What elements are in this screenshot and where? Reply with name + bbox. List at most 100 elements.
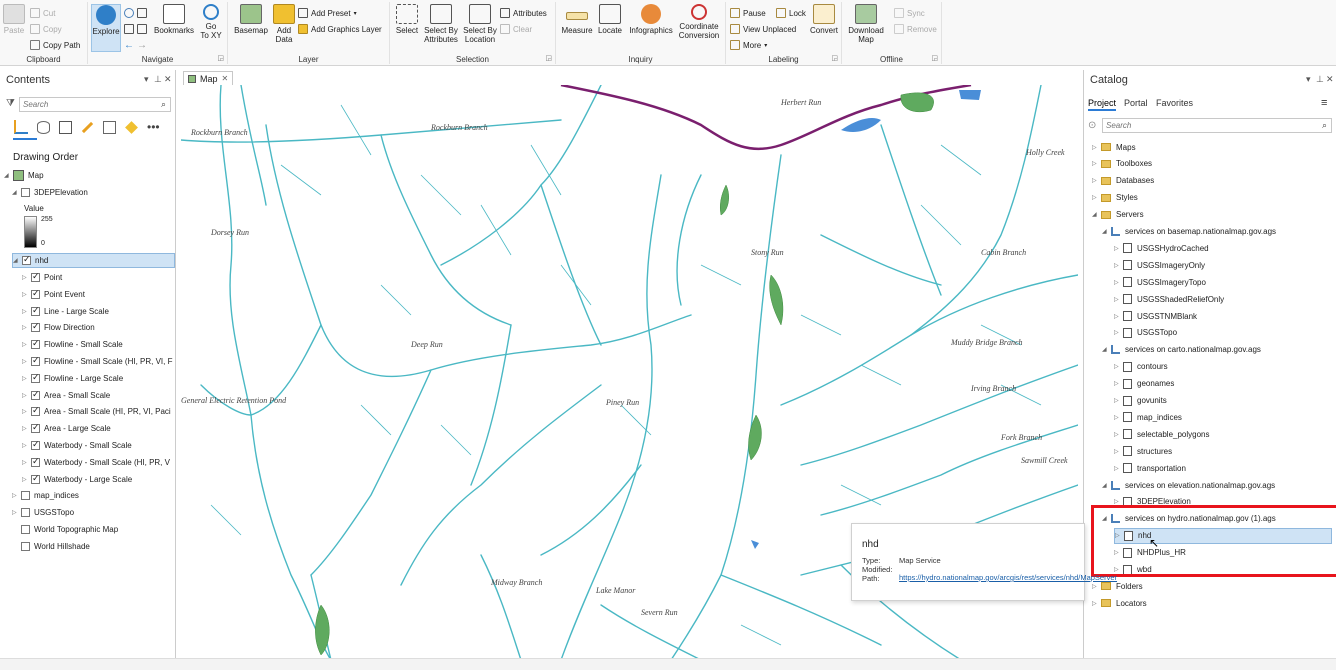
collapse-arrow-icon[interactable]: ◢ xyxy=(13,257,22,264)
toc-sublayer[interactable]: ▷Waterbody - Small Scale xyxy=(22,438,132,453)
search-icon[interactable]: ⌕ xyxy=(1322,120,1327,131)
basemap-button[interactable]: Basemap xyxy=(232,4,270,35)
labeling-launcher-icon[interactable]: ◲ xyxy=(831,54,838,62)
collapse-arrow-icon[interactable]: ◢ xyxy=(1102,228,1111,235)
list-by-source-icon[interactable] xyxy=(37,120,50,134)
tab-favorites[interactable]: Favorites xyxy=(1156,98,1193,108)
expand-arrow-icon[interactable]: ▷ xyxy=(22,274,31,281)
expand-arrow-icon[interactable]: ▷ xyxy=(1092,144,1101,151)
view-unplaced-button[interactable]: View Unplaced xyxy=(730,22,796,36)
visibility-checkbox[interactable] xyxy=(21,491,30,500)
expand-arrow-icon[interactable]: ▷ xyxy=(1114,380,1123,387)
toc-sublayer[interactable]: ▷Point Event xyxy=(22,287,85,302)
visibility-checkbox[interactable] xyxy=(31,372,40,383)
zoom-tools[interactable] xyxy=(124,6,147,20)
infographics-button[interactable]: Infographics xyxy=(626,4,676,35)
expand-arrow-icon[interactable]: ▷ xyxy=(22,459,31,466)
expand-arrow-icon[interactable]: ▷ xyxy=(22,392,31,399)
catalog-folder[interactable]: ▷ Locators xyxy=(1092,595,1147,611)
pane-menu-icon[interactable]: ▾ xyxy=(144,74,149,85)
catalog-service-item[interactable]: ▷ USGSHydroCached xyxy=(1114,240,1209,256)
tooltip-path-link[interactable]: https://hydro.nationalmap.gov/arcgis/res… xyxy=(899,573,1117,582)
expand-arrow-icon[interactable]: ▷ xyxy=(1114,465,1123,472)
expand-arrow-icon[interactable]: ▷ xyxy=(1092,177,1101,184)
visibility-checkbox[interactable] xyxy=(31,288,40,299)
explore-button[interactable]: Explore xyxy=(91,4,121,52)
copy-button[interactable]: Copy xyxy=(30,22,62,36)
expand-arrow-icon[interactable]: ▷ xyxy=(1092,194,1101,201)
tab-portal[interactable]: Portal xyxy=(1124,98,1148,108)
expand-arrow-icon[interactable]: ▷ xyxy=(1114,329,1123,336)
catalog-service-item[interactable]: ▷ USGSShadedReliefOnly xyxy=(1114,291,1224,307)
catalog-search-box[interactable]: ⌕ xyxy=(1102,118,1332,133)
catalog-server-connection[interactable]: ◢ services on elevation.nationalmap.gov.a… xyxy=(1102,477,1275,493)
navigate-launcher-icon[interactable]: ◲ xyxy=(217,54,224,62)
expand-arrow-icon[interactable]: ▷ xyxy=(1114,296,1123,303)
goto-xy-button[interactable]: Go To XY xyxy=(198,4,224,40)
catalog-folder[interactable]: ▷ Toolboxes xyxy=(1092,156,1152,172)
catalog-service-item[interactable]: ▷ selectable_polygons xyxy=(1114,426,1210,442)
collapse-arrow-icon[interactable]: ◢ xyxy=(1092,211,1101,218)
sync-button[interactable]: Sync xyxy=(894,6,925,20)
catalog-server-connection[interactable]: ◢ services on basemap.nationalmap.gov.ags xyxy=(1102,224,1276,240)
visibility-checkbox[interactable] xyxy=(31,355,40,366)
offline-launcher-icon[interactable]: ◲ xyxy=(931,54,938,62)
contents-search-box[interactable]: ⌕ xyxy=(19,97,171,112)
expand-arrow-icon[interactable]: ▷ xyxy=(22,442,31,449)
visibility-checkbox[interactable] xyxy=(31,389,40,400)
visibility-checkbox[interactable] xyxy=(31,422,40,434)
search-icon[interactable]: ⌕ xyxy=(161,99,166,110)
catalog-service-item[interactable]: ▷ transportation xyxy=(1114,460,1186,476)
visibility-checkbox[interactable] xyxy=(31,321,40,333)
toc-usgstopo[interactable]: ▷ USGSTopo xyxy=(12,505,74,520)
visibility-checkbox[interactable] xyxy=(21,525,30,534)
visibility-checkbox[interactable] xyxy=(31,305,40,316)
remove-button[interactable]: Remove xyxy=(894,22,937,36)
paste-button[interactable]: Paste xyxy=(2,4,26,35)
pin-icon[interactable]: ⊥ xyxy=(1316,74,1324,85)
expand-arrow-icon[interactable]: ▷ xyxy=(1114,245,1123,252)
visibility-checkbox[interactable] xyxy=(31,456,40,467)
expand-arrow-icon[interactable]: ▷ xyxy=(1114,363,1123,370)
coordinate-conversion-button[interactable]: Coordinate Conversion xyxy=(676,4,722,40)
visibility-checkbox[interactable] xyxy=(21,188,30,197)
expand-arrow-icon[interactable]: ▷ xyxy=(22,308,31,315)
toc-sublayer[interactable]: ▷Flowline - Small Scale xyxy=(22,337,123,352)
toc-sublayer[interactable]: ▷Area - Small Scale xyxy=(22,388,110,403)
close-icon[interactable]: ✕ xyxy=(164,74,172,85)
map-tab[interactable]: Map ✕ xyxy=(183,71,233,85)
toc-world-topographic-map[interactable]: World Topographic Map xyxy=(21,522,118,537)
catalog-service-item[interactable]: ▷ USGSTopo xyxy=(1114,325,1177,341)
hamburger-menu-icon[interactable]: ≡ xyxy=(1321,97,1327,109)
more-options-icon[interactable]: ••• xyxy=(147,120,160,134)
clear-button[interactable]: Clear xyxy=(500,22,532,36)
visibility-checkbox[interactable] xyxy=(31,271,40,282)
collapse-arrow-icon[interactable]: ◢ xyxy=(1102,482,1111,489)
toc-3depelevation[interactable]: ◢ 3DEPElevation xyxy=(12,185,88,200)
expand-arrow-icon[interactable]: ▷ xyxy=(22,408,31,415)
expand-arrow-icon[interactable]: ▷ xyxy=(1114,279,1123,286)
catalog-service-item[interactable]: ▷ govunits xyxy=(1114,393,1167,409)
select-by-attributes-button[interactable]: Select By Attributes xyxy=(422,4,460,44)
toc-sublayer[interactable]: ▷Waterbody - Small Scale (HI, PR, V xyxy=(22,455,170,470)
catalog-service-item[interactable]: ▷ geonames xyxy=(1114,376,1174,392)
select-button[interactable]: Select xyxy=(394,4,420,35)
history-tools[interactable]: ← → xyxy=(124,38,147,52)
catalog-folder[interactable]: ◢ Servers xyxy=(1092,207,1144,223)
measure-button[interactable]: Measure xyxy=(560,4,594,35)
visibility-checkbox[interactable] xyxy=(31,473,40,484)
visibility-checkbox[interactable] xyxy=(31,405,40,417)
pause-labels-button[interactable]: Pause xyxy=(730,6,766,20)
expand-arrow-icon[interactable]: ▷ xyxy=(1092,160,1101,167)
contents-search-input[interactable] xyxy=(20,98,170,111)
list-by-snapping-icon[interactable] xyxy=(103,120,116,134)
expand-arrow-icon[interactable]: ▷ xyxy=(1092,600,1101,607)
toc-nhd[interactable]: ◢ nhd xyxy=(12,253,175,268)
expand-arrow-icon[interactable]: ▷ xyxy=(12,492,21,499)
collapse-arrow-icon[interactable]: ◢ xyxy=(1102,346,1111,353)
expand-arrow-icon[interactable]: ▷ xyxy=(22,476,31,483)
list-by-drawing-order-icon[interactable] xyxy=(14,120,28,134)
visibility-checkbox[interactable] xyxy=(21,508,30,517)
toc-sublayer[interactable]: ▷Line - Large Scale xyxy=(22,304,109,319)
expand-arrow-icon[interactable]: ▷ xyxy=(1114,448,1123,455)
